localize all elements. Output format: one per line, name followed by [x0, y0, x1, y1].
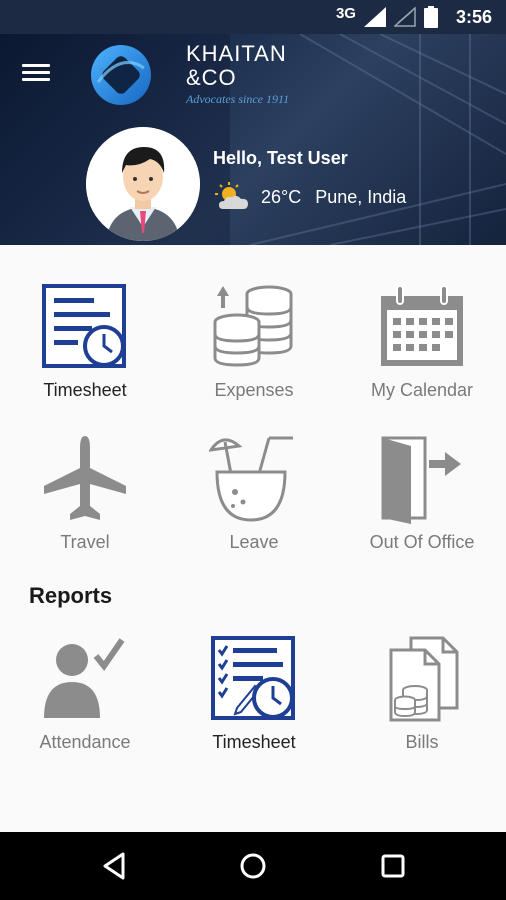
menu-button[interactable] — [22, 60, 58, 90]
back-button[interactable] — [94, 846, 134, 886]
tile-label: Timesheet — [212, 732, 296, 752]
recents-square-icon — [381, 854, 405, 878]
logo-tagline: Advocates since 1911 — [186, 92, 290, 106]
tile-label: Bills — [405, 732, 439, 752]
tile-label: Out Of Office — [369, 532, 475, 552]
recents-button[interactable] — [373, 846, 413, 886]
timesheet-report-icon — [209, 634, 299, 724]
avatar[interactable] — [86, 127, 200, 241]
tile-travel[interactable]: Travel — [1, 434, 169, 553]
status-time: 3:56 — [455, 6, 492, 27]
status-bar: 3G 3:56 — [0, 0, 506, 34]
company-logo-text: KHAITAN &CO Advocates since 1911 — [186, 42, 289, 107]
signal-empty-icon — [393, 7, 416, 27]
system-navigation-bar — [0, 832, 506, 900]
tile-timesheet-report[interactable]: Timesheet — [170, 634, 338, 753]
khaitan-logo-icon — [91, 45, 151, 105]
weather-info: 26°C Pune, India — [215, 182, 406, 212]
calendar-icon — [377, 282, 467, 372]
back-triangle-icon — [103, 852, 125, 880]
bills-icon — [377, 634, 467, 724]
profile-header: KHAITAN &CO Advocates since 1911 Hello, … — [0, 34, 506, 245]
logo-name-line2: &CO — [186, 65, 237, 90]
tile-label: My Calendar — [370, 380, 474, 400]
location: Pune, India — [315, 186, 407, 207]
tile-label: Expenses — [214, 380, 294, 400]
reports-heading: Reports — [29, 583, 113, 608]
tile-expenses[interactable]: Expenses — [170, 282, 338, 401]
partly-cloudy-icon — [215, 182, 248, 209]
tile-label: Travel — [60, 532, 110, 552]
tile-label: Leave — [229, 532, 279, 552]
user-avatar-icon — [86, 127, 200, 241]
tile-bills[interactable]: Bills — [338, 634, 506, 753]
greeting-text: Hello, Test User — [213, 148, 348, 168]
tile-timesheet[interactable]: Timesheet — [1, 282, 169, 401]
airplane-icon — [40, 434, 130, 524]
expenses-icon — [209, 282, 299, 372]
tile-label: Attendance — [39, 732, 131, 752]
battery-icon — [423, 6, 438, 28]
network-type: 3G — [335, 4, 356, 22]
tile-leave[interactable]: Leave — [170, 434, 338, 553]
home-button[interactable] — [233, 846, 273, 886]
attendance-icon — [40, 634, 130, 724]
signal-strength-icon — [363, 7, 386, 27]
home-circle-icon — [240, 853, 266, 879]
temperature: 26°C — [261, 186, 302, 207]
tile-attendance[interactable]: Attendance — [1, 634, 169, 753]
tile-my-calendar[interactable]: My Calendar — [338, 282, 506, 401]
tile-out-of-office[interactable]: Out Of Office — [338, 434, 506, 553]
tile-label: Timesheet — [43, 380, 127, 400]
door-exit-icon — [377, 434, 467, 524]
logo-name-line1: KHAITAN — [186, 41, 287, 66]
timesheet-icon — [40, 282, 130, 372]
cocktail-icon — [209, 434, 299, 524]
